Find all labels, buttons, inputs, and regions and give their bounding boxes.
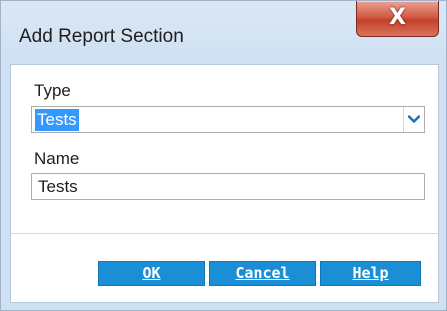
dialog-content: Type Tests Name Tests OK Cancel Help	[10, 64, 439, 303]
chevron-down-icon	[408, 115, 420, 123]
name-label: Name	[34, 149, 80, 168]
type-dropdown-button[interactable]	[403, 107, 424, 132]
close-button[interactable]: X	[356, 1, 439, 37]
type-selected-value: Tests	[35, 109, 79, 131]
cancel-button[interactable]: Cancel	[209, 261, 316, 286]
dialog-window: Add Report Section X Type Tests Name Tes…	[0, 0, 447, 311]
window-title: Add Report Section	[19, 26, 184, 47]
ok-button[interactable]: OK	[98, 261, 205, 286]
help-button[interactable]: Help	[320, 261, 421, 286]
close-icon: X	[389, 5, 406, 30]
divider	[11, 233, 438, 234]
title-bar[interactable]: Add Report Section X	[1, 1, 446, 64]
name-input[interactable]: Tests	[31, 173, 425, 200]
type-label: Type	[34, 81, 71, 100]
type-select[interactable]: Tests	[31, 106, 425, 133]
